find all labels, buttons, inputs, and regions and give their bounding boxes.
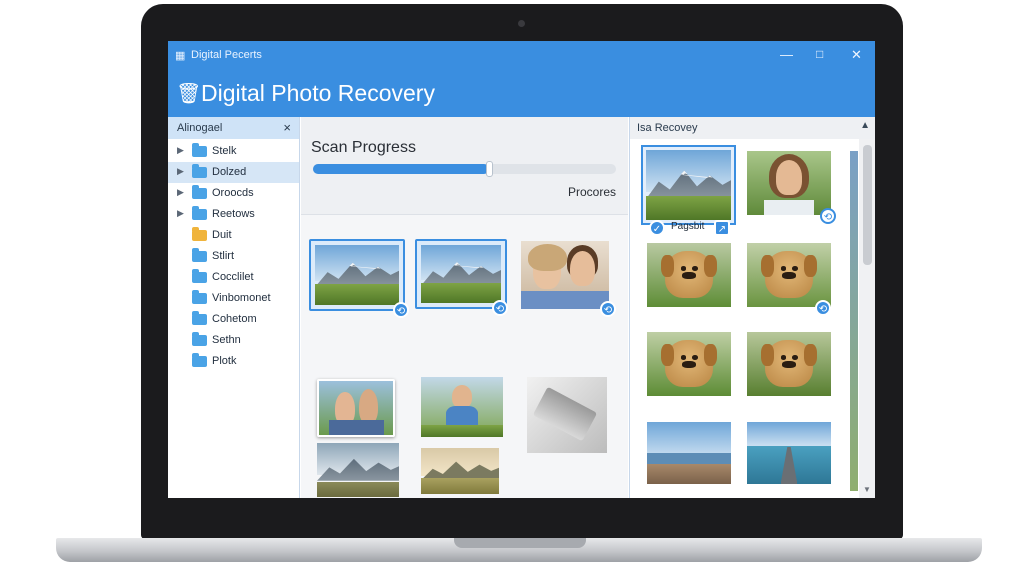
folder-icon [192, 185, 207, 199]
recovered-thumb-label: Pagsbit [671, 221, 705, 232]
photo-thumb-device[interactable] [527, 377, 607, 453]
chevron-right-icon[interactable]: ▶ [177, 145, 184, 156]
maximize-button[interactable]: □ [816, 47, 823, 61]
webcam [518, 20, 525, 27]
recovered-thumb-dog-2[interactable]: ⟲ [747, 243, 831, 316]
photo-thumb-mountain-2[interactable]: ⟲ [415, 239, 508, 316]
recovery-header: Isa Recovey ▲ [630, 117, 875, 139]
app-header: 🗑 Digital Photo Recovery [168, 69, 875, 117]
recovered-thumb-dog-1[interactable] [647, 243, 731, 307]
folder-icon [192, 248, 207, 262]
window-title: Digital Pecerts [191, 49, 262, 61]
sidebar-folder-item[interactable]: Cohetom [168, 309, 299, 330]
scrollbar-thumb[interactable] [863, 145, 872, 265]
sidebar-folder-item[interactable]: Vinbomonet [168, 288, 299, 309]
sidebar-folder-label: Dolzed [212, 166, 247, 178]
sidebar-folder-label: Vinbomonet [212, 292, 271, 304]
recover-badge-icon: ⟲ [492, 300, 508, 316]
folder-sidebar: Alinogael × ▶ Stelk ▶ Dolzed ▶ Oroocds ▶ Reetow… [168, 117, 300, 498]
photo-thumb-mountain-1[interactable]: ⟲ [309, 239, 409, 318]
recovered-thumb-woman[interactable]: ⟲ [747, 151, 836, 224]
sidebar-folder-item[interactable]: Stlirt [168, 246, 299, 267]
folder-icon [192, 206, 207, 220]
sidebar-close-button[interactable]: × [283, 120, 291, 135]
folder-icon [192, 269, 207, 283]
recover-badge-icon: ⟲ [820, 208, 836, 224]
recovered-thumb-mountain[interactable] [641, 145, 736, 225]
recovered-thumb-coast[interactable] [647, 422, 731, 484]
sidebar-folder-label: Oroocds [212, 187, 254, 199]
photo-thumb-women[interactable]: ⟲ [521, 241, 616, 317]
sidebar-folder-label: Cocclilet [212, 271, 254, 283]
sidebar-folder-label: Reetows [212, 208, 255, 220]
sidebar-folder-item[interactable]: Plotk [168, 351, 299, 372]
sidebar-folder-item[interactable]: ▶ Stelk [168, 141, 299, 162]
app-window: ▦ Digital Pecerts — □ ✕ 🗑 Digital Photo … [168, 41, 875, 498]
app-logo-icon: ▦ [175, 50, 186, 62]
sidebar-folder-item[interactable]: Sethn [168, 330, 299, 351]
scan-progress-fill [313, 164, 489, 174]
folder-icon [192, 332, 207, 346]
photo-thumb-sunset-hills[interactable] [421, 448, 499, 494]
chevron-right-icon[interactable]: ▶ [177, 166, 184, 177]
sidebar-folder-item[interactable]: Cocclilet [168, 267, 299, 288]
recover-badge-icon: ⟲ [815, 300, 831, 316]
photo-thumb-boy[interactable] [421, 377, 503, 437]
sidebar-folder-label: Cohetom [212, 313, 257, 325]
recovery-overflow-strip [850, 151, 858, 491]
photo-thumb-mountain-3[interactable] [317, 443, 399, 497]
sidebar-folder-item[interactable]: Duit [168, 225, 299, 246]
sidebar-folder-item[interactable]: ▶ Oroocds [168, 183, 299, 204]
recovered-thumb-dog-3[interactable] [647, 332, 731, 396]
scan-progress-bar [313, 161, 616, 177]
scan-panel: Scan Progress Procores ⟲ ⟲ ⟲ [301, 117, 628, 498]
chevron-right-icon[interactable]: ▶ [177, 208, 184, 219]
recovery-title: Isa Recovey [637, 122, 698, 134]
scan-progress-handle[interactable] [485, 161, 493, 177]
folder-tree: ▶ Stelk ▶ Dolzed ▶ Oroocds ▶ Reetows Duit Stlirt C… [168, 141, 299, 372]
trash-restore-icon: 🗑 [176, 83, 202, 105]
chevron-right-icon[interactable]: ▶ [177, 187, 184, 198]
export-icon[interactable]: ↗ [714, 220, 730, 236]
app-title: Digital Photo Recovery [201, 80, 435, 106]
recovery-panel: Isa Recovey ▲ ✓ Pagsbit ↗ ⟲ ⟲ ▼ [629, 117, 875, 498]
recover-badge-icon: ⟲ [600, 301, 616, 317]
folder-icon [192, 164, 207, 178]
recovered-thumb-dog-4[interactable] [747, 332, 831, 396]
scroll-down-icon[interactable]: ▼ [863, 485, 871, 494]
scan-progress-title: Scan Progress [311, 139, 416, 156]
sidebar-folder-item[interactable]: ▶ Reetows [168, 204, 299, 225]
sidebar-title: Alinogael [177, 122, 223, 134]
sidebar-folder-label: Stelk [212, 145, 237, 157]
scan-status: Procores [567, 185, 616, 199]
laptop-notch [454, 538, 586, 548]
sidebar-header: Alinogael × [168, 117, 299, 139]
recover-badge-icon: ⟲ [393, 302, 409, 318]
sidebar-folder-item[interactable]: ▶ Dolzed [168, 162, 299, 183]
collapse-icon[interactable]: ▲ [860, 120, 870, 131]
window-titlebar: ▦ Digital Pecerts — □ ✕ [168, 41, 875, 69]
selected-check-icon: ✓ [649, 220, 665, 236]
sidebar-folder-label: Stlirt [212, 250, 234, 262]
folder-icon [192, 353, 207, 367]
photo-thumb-couple[interactable] [317, 379, 395, 437]
sidebar-folder-label: Duit [212, 229, 232, 241]
recovered-thumb-pier[interactable] [747, 422, 831, 484]
folder-icon [192, 290, 207, 304]
folder-icon [192, 227, 207, 241]
folder-icon [192, 311, 207, 325]
sidebar-folder-label: Plotk [212, 355, 237, 367]
scan-progress-box: Scan Progress Procores [301, 117, 628, 215]
sidebar-folder-label: Sethn [212, 334, 241, 346]
minimize-button[interactable]: — [780, 47, 793, 62]
close-button[interactable]: ✕ [851, 47, 862, 63]
folder-icon [192, 143, 207, 157]
recovery-scrollbar[interactable]: ▼ [859, 139, 875, 498]
